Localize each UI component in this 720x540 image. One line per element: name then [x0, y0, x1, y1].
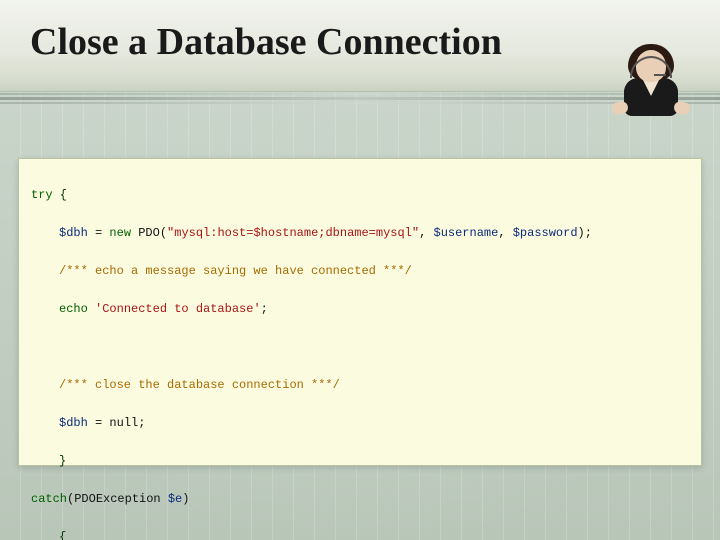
avatar-collar-icon — [643, 80, 659, 96]
code-token — [88, 302, 95, 316]
code-token: $e — [168, 492, 182, 506]
avatar — [610, 42, 692, 124]
code-token: = — [88, 226, 110, 240]
code-token: $username — [434, 226, 499, 240]
slide: Close a Database Connection try { $dbh =… — [0, 0, 720, 540]
code-token: = null; — [88, 416, 146, 430]
code-token: "mysql:host=$hostname;dbname=mysql" — [167, 226, 419, 240]
code-comment: /*** echo a message saying we have conne… — [59, 264, 412, 278]
code-content: try { $dbh = new PDO("mysql:host=$hostna… — [31, 169, 689, 540]
code-token: try — [31, 188, 53, 202]
code-token: $password — [513, 226, 578, 240]
code-comment: /*** close the database connection ***/ — [59, 378, 340, 392]
code-token: { — [59, 530, 66, 540]
code-token: 'Connected to database' — [95, 302, 261, 316]
code-token: $dbh — [59, 226, 88, 240]
code-token: ) — [182, 492, 189, 506]
microphone-icon — [654, 74, 666, 76]
code-token: $dbh — [59, 416, 88, 430]
code-token: catch — [31, 492, 67, 506]
code-token: } — [59, 454, 66, 468]
code-token: , — [498, 226, 512, 240]
code-token: echo — [59, 302, 88, 316]
code-token: new — [109, 226, 131, 240]
page-title: Close a Database Connection — [30, 20, 502, 64]
code-token: (PDOException — [67, 492, 168, 506]
code-block: try { $dbh = new PDO("mysql:host=$hostna… — [18, 158, 702, 466]
code-token: PDO( — [131, 226, 167, 240]
code-token: { — [53, 188, 67, 202]
code-token: , — [419, 226, 433, 240]
code-token: ; — [261, 302, 268, 316]
code-token: ); — [578, 226, 592, 240]
